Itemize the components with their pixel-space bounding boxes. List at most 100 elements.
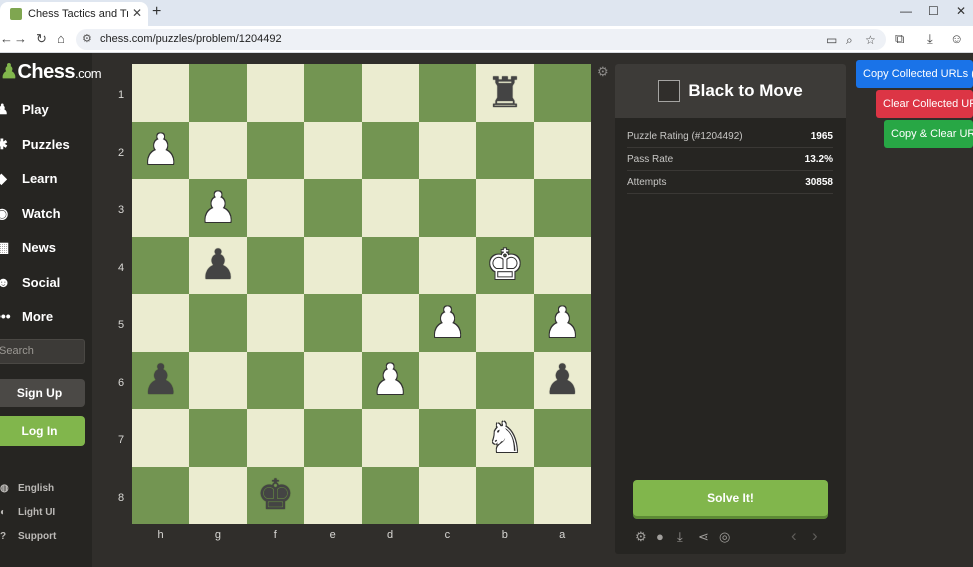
sign-up-button[interactable]: Sign Up: [0, 379, 85, 407]
square-h7[interactable]: [132, 409, 190, 467]
square-f1[interactable]: [246, 64, 305, 122]
copy-and-clear-urls-button[interactable]: Copy & Clear URLs: [884, 120, 973, 148]
square-a7[interactable]: [533, 409, 591, 467]
white-knight-icon[interactable]: ♞: [486, 416, 524, 459]
square-a2[interactable]: [533, 121, 591, 179]
square-b6[interactable]: [476, 351, 534, 409]
square-h1[interactable]: [132, 64, 190, 122]
square-f6[interactable]: [246, 351, 305, 409]
clear-collected-urls-button[interactable]: Clear Collected URLs: [876, 90, 973, 118]
square-f4[interactable]: [246, 236, 305, 294]
square-e1[interactable]: [304, 64, 362, 122]
browser-tab[interactable]: Chess Tactics and Training Puzz ✕: [0, 2, 148, 26]
sidebar-item-play[interactable]: ♟ Play: [0, 94, 92, 124]
white-pawn-icon[interactable]: ♟: [371, 359, 409, 401]
sidebar-item-puzzles[interactable]: ✱ Puzzles: [0, 129, 92, 159]
square-c1[interactable]: [418, 64, 477, 122]
square-h4[interactable]: [132, 236, 190, 294]
square-c3[interactable]: [418, 179, 477, 237]
square-b7[interactable]: ♞: [476, 409, 534, 467]
white-pawn-icon[interactable]: ♟: [199, 186, 237, 229]
share-icon[interactable]: ⋖: [698, 529, 709, 545]
zoom-icon[interactable]: ⌕: [846, 33, 853, 48]
square-a1[interactable]: [533, 64, 591, 122]
square-b3[interactable]: [476, 179, 534, 237]
square-e7[interactable]: [304, 409, 362, 467]
footer-support[interactable]: ? Support: [0, 531, 56, 542]
square-a4[interactable]: [533, 236, 591, 294]
square-c4[interactable]: [418, 236, 477, 294]
square-d1[interactable]: [361, 64, 419, 122]
chess-logo[interactable]: ♟Chess.com: [0, 59, 102, 84]
back-icon[interactable]: ←: [0, 31, 13, 46]
square-h8[interactable]: [132, 466, 190, 524]
square-g2[interactable]: [189, 121, 247, 179]
square-e3[interactable]: [304, 179, 362, 237]
reload-icon[interactable]: ↻: [36, 31, 47, 47]
white-king-icon[interactable]: ♚: [486, 244, 524, 286]
analysis-target-icon[interactable]: ◎: [719, 529, 730, 545]
square-e4[interactable]: [304, 236, 362, 294]
square-b1[interactable]: ♜: [476, 64, 534, 122]
black-pawn-icon[interactable]: ♟: [142, 359, 180, 401]
profile-icon[interactable]: ☺: [950, 31, 963, 46]
square-f3[interactable]: [246, 179, 305, 237]
copy-collected-urls-button[interactable]: Copy Collected URLs (45): [856, 60, 973, 88]
square-a8[interactable]: [533, 466, 591, 524]
sidebar-item-social[interactable]: ☻ Social: [0, 267, 92, 297]
square-b4[interactable]: ♚: [476, 236, 534, 294]
square-h6[interactable]: ♟: [132, 351, 190, 409]
square-d8[interactable]: [361, 466, 419, 524]
previous-arrow-icon[interactable]: ‹: [791, 526, 797, 546]
square-f5[interactable]: [246, 294, 305, 352]
square-c5[interactable]: ♟: [418, 294, 477, 352]
square-e5[interactable]: [304, 294, 362, 352]
square-d7[interactable]: [361, 409, 419, 467]
square-d4[interactable]: [361, 236, 419, 294]
square-g4[interactable]: ♟: [189, 236, 247, 294]
square-g3[interactable]: ♟: [189, 179, 247, 237]
square-b5[interactable]: [476, 294, 534, 352]
sidebar-item-watch[interactable]: ◉ Watch: [0, 198, 92, 228]
square-c2[interactable]: [418, 121, 477, 179]
square-a3[interactable]: [533, 179, 591, 237]
extensions-icon[interactable]: ⧉: [895, 31, 904, 47]
square-g8[interactable]: [189, 466, 247, 524]
board-settings-gear-icon[interactable]: ⚙: [597, 64, 609, 80]
forward-icon[interactable]: →: [14, 31, 27, 46]
square-c8[interactable]: [418, 466, 477, 524]
square-c6[interactable]: [418, 351, 477, 409]
black-pawn-icon[interactable]: ♟: [199, 244, 237, 286]
comment-icon[interactable]: ●: [656, 529, 664, 544]
next-arrow-icon[interactable]: ›: [812, 526, 818, 546]
square-d6[interactable]: ♟: [361, 351, 419, 409]
square-b8[interactable]: [476, 466, 534, 524]
download-icon[interactable]: ⤓: [677, 529, 683, 545]
sidebar-item-more[interactable]: ••• More: [0, 301, 92, 331]
square-g5[interactable]: [189, 294, 247, 352]
square-e8[interactable]: [304, 466, 362, 524]
bookmark-star-icon[interactable]: ☆: [865, 33, 876, 47]
square-a5[interactable]: ♟: [533, 294, 591, 352]
site-info-icon[interactable]: ⚙: [82, 32, 92, 45]
square-h3[interactable]: [132, 179, 190, 237]
white-pawn-icon[interactable]: ♟: [142, 129, 180, 171]
square-b2[interactable]: [476, 121, 534, 179]
square-e2[interactable]: [304, 121, 362, 179]
window-close-button[interactable]: ✕: [956, 4, 966, 18]
footer-english[interactable]: ◍ English: [0, 483, 54, 494]
white-pawn-icon[interactable]: ♟: [543, 301, 581, 344]
white-pawn-icon[interactable]: ♟: [429, 301, 467, 344]
settings-gear-icon[interactable]: ⚙: [635, 529, 647, 545]
chess-board[interactable]: ♜ ♟ ♟ ♟ ♚ ♟ ♟ ♟ ♟ ♟ ♞ ♚: [132, 64, 591, 524]
square-g7[interactable]: [189, 409, 247, 467]
address-bar[interactable]: ⚙ chess.com/puzzles/problem/1204492 ▭ ⌕ …: [76, 29, 886, 50]
black-pawn-icon[interactable]: ♟: [543, 359, 581, 401]
square-a6[interactable]: ♟: [533, 351, 591, 409]
square-f7[interactable]: [246, 409, 305, 467]
new-tab-button[interactable]: +: [152, 3, 161, 21]
home-icon[interactable]: ⌂: [57, 31, 65, 46]
square-c7[interactable]: [418, 409, 477, 467]
square-f2[interactable]: [246, 121, 305, 179]
black-king-icon[interactable]: ♚: [257, 474, 295, 516]
